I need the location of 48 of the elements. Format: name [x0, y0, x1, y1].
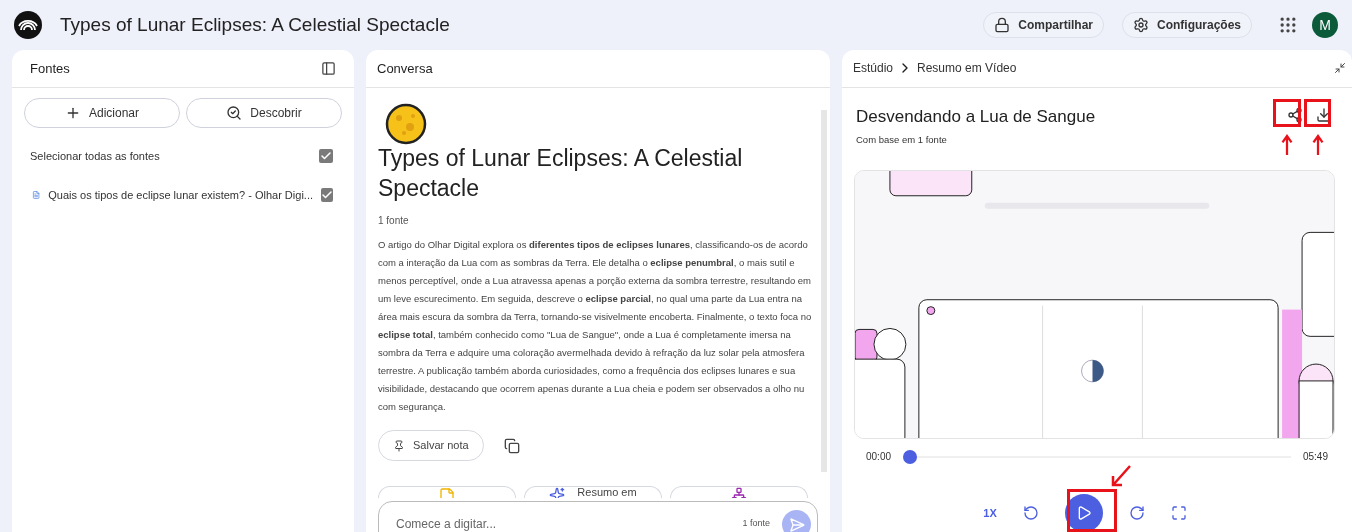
progress-thumb[interactable]	[903, 449, 918, 464]
search-icon	[226, 105, 243, 121]
annotation-arrow	[1110, 464, 1132, 488]
rewind-icon[interactable]	[1022, 505, 1039, 521]
notebook-heading: Types of Lunar Eclipses: A Celestial Spectacle	[378, 144, 744, 203]
forward-icon[interactable]	[1128, 505, 1145, 521]
speed-button[interactable]: 1X	[983, 504, 997, 522]
avatar[interactable]: M	[1312, 12, 1338, 38]
checkbox[interactable]	[321, 187, 333, 202]
panel-toggle-icon[interactable]	[321, 61, 336, 76]
video-title: Desvendando a Lua de Sangue	[856, 105, 1097, 128]
chat-input[interactable]: Comece a digitar... 1 fonte	[378, 501, 818, 532]
progress-track[interactable]	[903, 449, 1291, 464]
select-all-label: Selecionar todas as fontes	[30, 149, 160, 164]
lock-icon	[994, 17, 1011, 33]
plus-icon	[65, 105, 81, 121]
source-item[interactable]: Quais os tipos de eclipse lunar existem? - Olhar Digi...	[48, 186, 313, 203]
highlight-frame	[1304, 99, 1331, 127]
sparkle-icon	[549, 487, 566, 498]
message-input[interactable]: Comece a digitar...	[396, 515, 731, 532]
collapse-icon[interactable]	[1334, 62, 1346, 75]
toolbar-button[interactable]: Configurações	[1122, 12, 1252, 38]
fullscreen-icon[interactable]	[1170, 505, 1187, 521]
play-button[interactable]	[1064, 494, 1103, 532]
moon-icon	[385, 103, 427, 145]
elapsed-time: 00:00	[866, 450, 892, 464]
breadcrumb-link[interactable]: Estúdio	[853, 59, 894, 78]
highlight-frame	[1273, 99, 1301, 127]
breadcrumb-current: Resumo em Vídeo	[917, 60, 1017, 78]
source-count: 1 fonte	[378, 214, 410, 228]
toolbar-button[interactable]: Compartilhar	[983, 12, 1104, 38]
window-title: Types of Lunar Eclipses: A Celestial Spectacle	[60, 12, 450, 37]
source-count: 1 fonte	[742, 517, 770, 530]
duration-time: 05:49	[1302, 450, 1328, 464]
pin-icon	[393, 439, 405, 452]
summary-paragraph: O artigo do Olhar Digital explora os diferentes tipos de eclipses lunares, classificando-os de acordo com a interação da Lua com as sombras da Terra. Ele detalha o eclipse penumbral, o mais sutil e menos perceptível, onde a Lua atravessa apenas a porção externa da sombra terrestre, resultando em um leve escurecimento. Em seguida, descreve o eclipse parcial, no qual uma parte da Lua entra na área mais escura da sombra da Terra, tornando-se visivelmente encoberta. Finalmente, o texto foca no eclipse total, também conhecido como "Lua de Sangue", onde a Lua é completamente imersa na sombra da Terra e adquire uma coloração avermelhada devido à refração da luz solar pela atmosfera terrestre. A publicação também aborda curiosidades, como a frequência dos eclipses lunares e sua visibilidade, destacando que ocorrem apenas durante a Lua cheia e podem ser observados a olho nu com segurança.	[378, 238, 813, 414]
panel-title: Fontes	[30, 59, 70, 78]
copy-icon[interactable]	[503, 437, 520, 454]
scrollbar[interactable]	[821, 110, 827, 472]
share-icon[interactable]	[1287, 106, 1303, 123]
send-icon	[788, 516, 805, 532]
panel-title: Conversa	[377, 59, 433, 78]
settings-icon	[1133, 17, 1149, 33]
apps-grid-icon[interactable]	[1278, 15, 1298, 35]
highlight-frame	[1067, 489, 1117, 532]
video-subtitle: Com base em 1 fonte	[856, 133, 948, 148]
checkbox[interactable]	[319, 149, 333, 164]
logo-icon	[14, 11, 42, 39]
